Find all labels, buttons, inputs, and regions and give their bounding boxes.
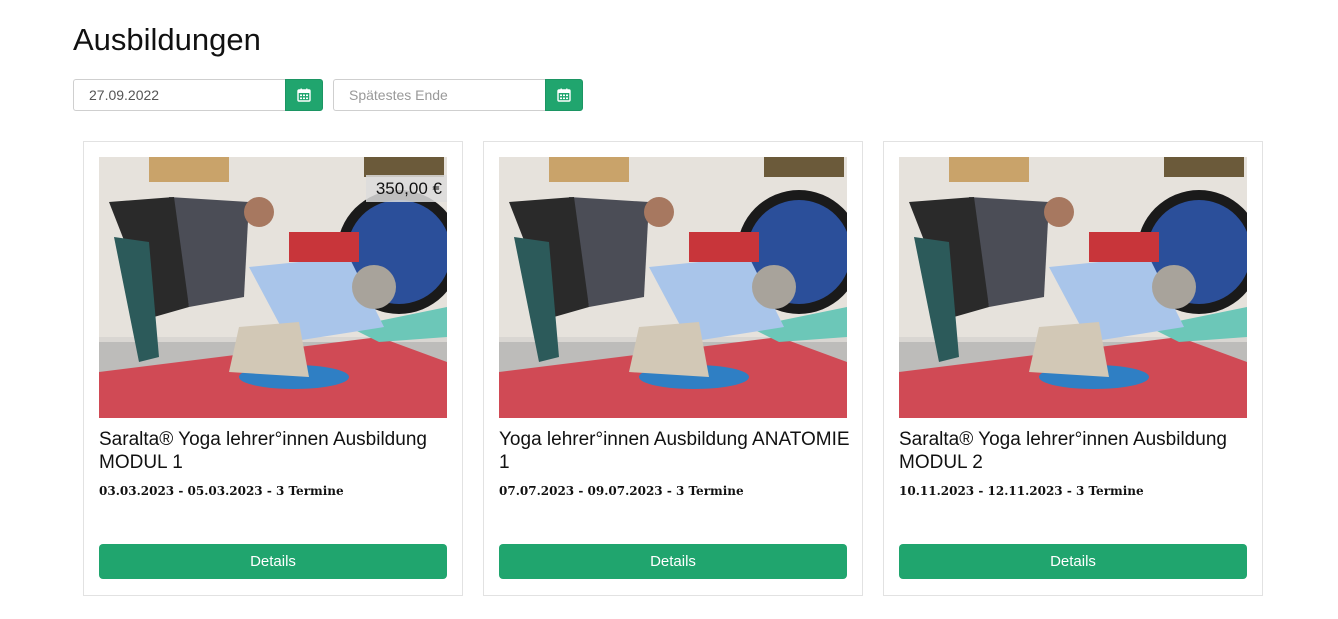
calendar-icon — [557, 88, 571, 102]
calendar-icon — [297, 88, 311, 102]
course-photo[interactable] — [499, 157, 847, 418]
page-title: Ausbildungen — [73, 22, 261, 57]
start-date-filter — [73, 79, 323, 111]
course-card: Yoga lehrer°innen Ausbildung ANATOMIE 1 … — [483, 141, 863, 596]
course-card: Saralta® Yoga lehrer°innen Ausbildung MO… — [883, 141, 1263, 596]
end-date-filter — [333, 79, 583, 111]
details-button[interactable]: Details — [899, 544, 1247, 579]
details-button[interactable]: Details — [499, 544, 847, 579]
course-title[interactable]: Saralta® Yoga lehrer°innen Ausbildung MO… — [899, 428, 1251, 474]
course-card: 350,00 € Saralta® Yoga lehrer°innen Ausb… — [83, 141, 463, 596]
end-date-input[interactable] — [333, 79, 545, 111]
end-date-calendar-button[interactable] — [545, 79, 583, 111]
course-dates: 10.11.2023 - 12.11.2023 - 3 Termine — [899, 484, 1144, 498]
course-photo[interactable]: 350,00 € — [99, 157, 447, 418]
course-photo[interactable] — [899, 157, 1247, 418]
start-date-calendar-button[interactable] — [285, 79, 323, 111]
course-title[interactable]: Saralta® Yoga lehrer°innen Ausbildung MO… — [99, 428, 451, 474]
price-badge: 350,00 € — [365, 175, 447, 202]
start-date-input[interactable] — [73, 79, 285, 111]
course-dates: 03.03.2023 - 05.03.2023 - 3 Termine — [99, 484, 344, 498]
details-button[interactable]: Details — [99, 544, 447, 579]
course-dates: 07.07.2023 - 09.07.2023 - 3 Termine — [499, 484, 744, 498]
course-title[interactable]: Yoga lehrer°innen Ausbildung ANATOMIE 1 — [499, 428, 851, 474]
